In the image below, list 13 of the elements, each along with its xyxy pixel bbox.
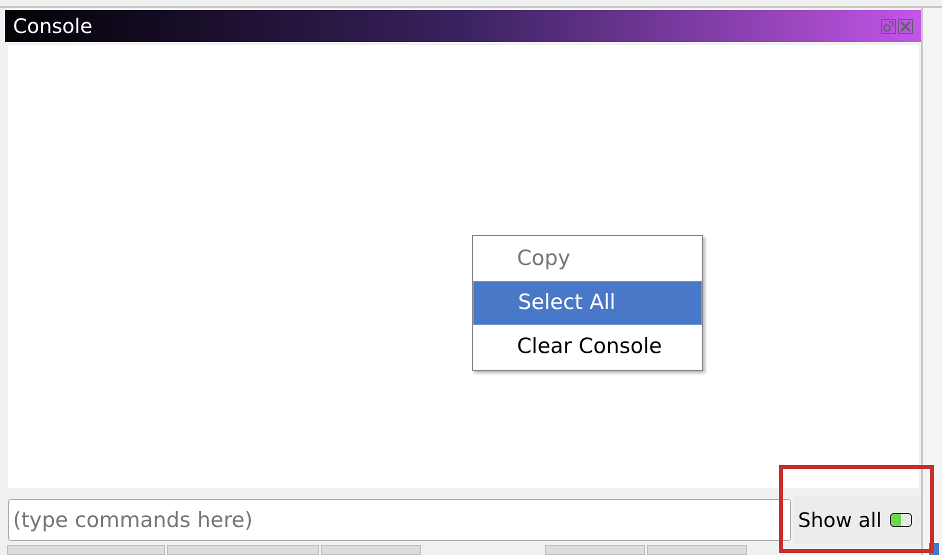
bottom-tab[interactable] bbox=[321, 545, 421, 555]
restore-icon[interactable] bbox=[881, 18, 896, 34]
toggle-switch[interactable] bbox=[890, 512, 912, 526]
command-input[interactable]: (type commands here) bbox=[8, 498, 791, 540]
window-title: Console bbox=[13, 13, 92, 40]
bottom-tab[interactable] bbox=[167, 545, 319, 555]
menu-item[interactable]: Select All bbox=[473, 281, 702, 325]
show-all-toggle-button[interactable]: Show all bbox=[794, 496, 921, 542]
bottom-tab[interactable] bbox=[545, 545, 645, 555]
bottom-tab[interactable] bbox=[647, 545, 747, 555]
close-icon[interactable] bbox=[898, 18, 913, 34]
menu-item[interactable]: Clear Console bbox=[473, 325, 702, 369]
bottom-tab[interactable] bbox=[7, 545, 165, 555]
